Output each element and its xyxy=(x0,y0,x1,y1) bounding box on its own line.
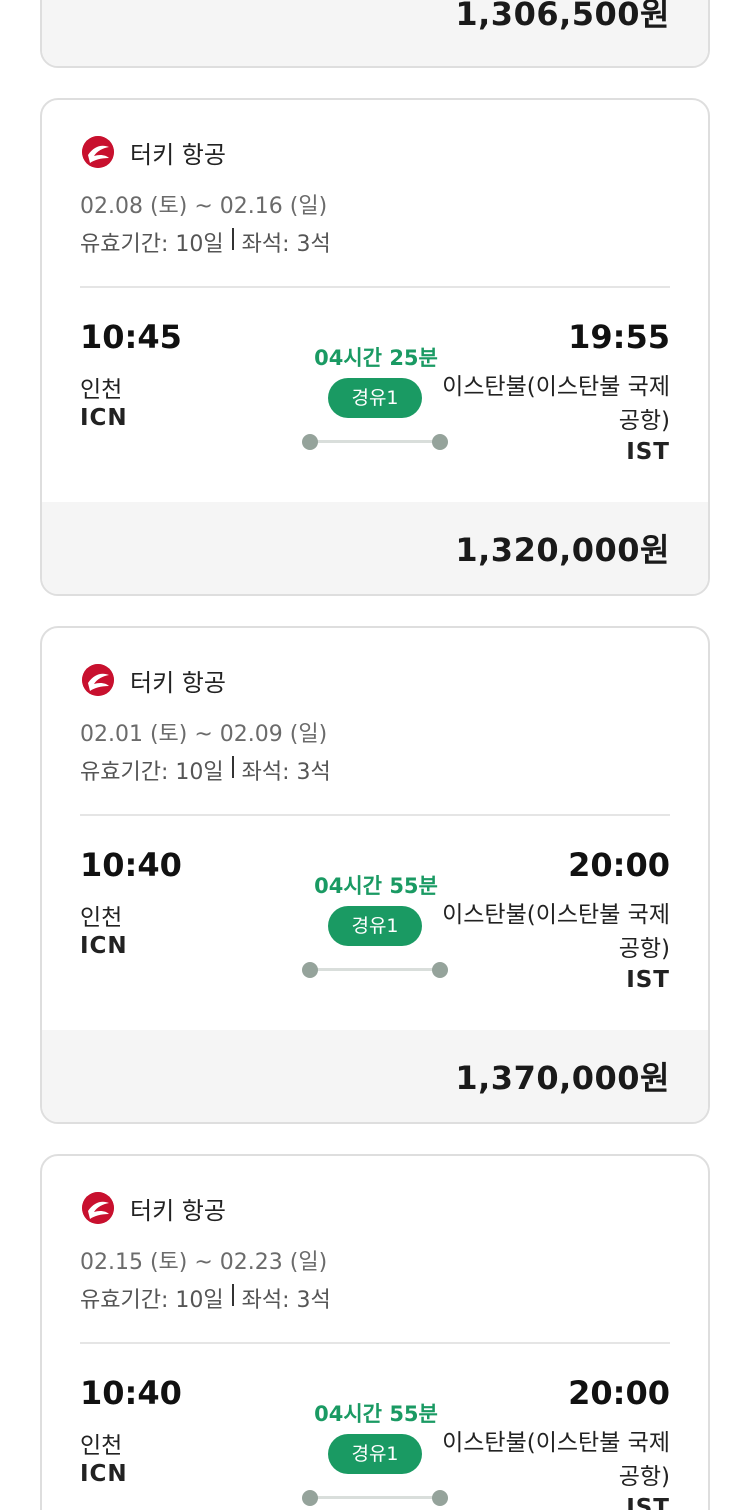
price: 1,370,000원 xyxy=(455,1059,670,1097)
departure-time: 10:40 xyxy=(80,846,182,884)
arrival-time: 20:00 xyxy=(568,846,670,884)
arrival-time: 20:00 xyxy=(568,1374,670,1412)
turkish-airlines-logo-icon xyxy=(82,1192,114,1224)
route-line xyxy=(310,968,440,971)
flight-card[interactable]: 터키 항공 02.15 (토) ~ 02.23 (일) 유효기간: 10일 좌석… xyxy=(40,1154,710,1510)
arrival-city: 이스탄불(이스탄불 국제공항) xyxy=(442,1430,670,1490)
flight-duration: 04시간 55분 xyxy=(314,1402,438,1426)
divider xyxy=(80,1342,670,1344)
departure-code: ICN xyxy=(80,933,128,959)
route-start-dot xyxy=(302,434,318,450)
route-line xyxy=(310,440,440,443)
arrival-code: IST xyxy=(626,439,670,465)
ticket-meta: 유효기간: 10일 좌석: 3석 xyxy=(80,226,331,258)
departure-code: ICN xyxy=(80,405,128,431)
departure-time: 10:45 xyxy=(80,318,182,356)
price: 1,320,000원 xyxy=(455,531,670,569)
divider xyxy=(80,286,670,288)
airline-name: 터키 항공 xyxy=(130,140,226,169)
stops-badge: 경유1 xyxy=(328,378,422,418)
flight-duration: 04시간 25분 xyxy=(314,346,438,370)
departure-city: 인천 xyxy=(80,905,123,931)
stops-badge: 경유1 xyxy=(328,906,422,946)
airline-row: 터키 항공 xyxy=(82,1192,226,1225)
airline-row: 터키 항공 xyxy=(82,664,226,697)
flight-card[interactable]: 터키 항공 02.08 (토) ~ 02.16 (일) 유효기간: 10일 좌석… xyxy=(40,98,710,596)
travel-dates: 02.15 (토) ~ 02.23 (일) xyxy=(80,1250,328,1275)
flight-card[interactable]: 터키 항공 02.01 (토) ~ 02.09 (일) 유효기간: 10일 좌석… xyxy=(40,626,710,1124)
meta-separator xyxy=(231,756,234,778)
price-band: 1,370,000원 xyxy=(42,1030,708,1122)
airline-name: 터키 항공 xyxy=(130,1196,226,1225)
travel-dates: 02.01 (토) ~ 02.09 (일) xyxy=(80,722,328,747)
arrival-code: IST xyxy=(626,1495,670,1510)
ticket-meta: 유효기간: 10일 좌석: 3석 xyxy=(80,754,331,786)
route-start-dot xyxy=(302,1490,318,1506)
seats: 좌석: 3석 xyxy=(241,232,331,257)
departure-city: 인천 xyxy=(80,1433,123,1459)
travel-dates: 02.08 (토) ~ 02.16 (일) xyxy=(80,194,328,219)
meta-separator xyxy=(231,228,234,250)
departure-code: ICN xyxy=(80,1461,128,1487)
price: 1,306,500원 xyxy=(455,0,670,33)
seats: 좌석: 3석 xyxy=(241,1288,331,1313)
turkish-airlines-logo-icon xyxy=(82,664,114,696)
airline-row: 터키 항공 xyxy=(82,136,226,169)
validity: 유효기간: 10일 xyxy=(80,760,224,785)
departure-city: 인천 xyxy=(80,377,123,403)
arrival-city: 이스탄불(이스탄불 국제공항) xyxy=(442,374,670,434)
validity: 유효기간: 10일 xyxy=(80,232,224,257)
price-band: 1,320,000원 xyxy=(42,502,708,594)
divider xyxy=(80,814,670,816)
arrival-city: 이스탄불(이스탄불 국제공항) xyxy=(442,902,670,962)
arrival-code: IST xyxy=(626,967,670,993)
meta-separator xyxy=(231,1284,234,1306)
departure-time: 10:40 xyxy=(80,1374,182,1412)
arrival-time: 19:55 xyxy=(568,318,670,356)
ticket-meta: 유효기간: 10일 좌석: 3석 xyxy=(80,1282,331,1314)
turkish-airlines-logo-icon xyxy=(82,136,114,168)
route-line xyxy=(310,1496,440,1499)
stops-badge: 경유1 xyxy=(328,1434,422,1474)
flight-card-partial[interactable]: 1,306,500원 xyxy=(40,0,710,68)
flight-results-page: 1,306,500원 터키 항공 02.08 (토) ~ 02.16 (일) 유… xyxy=(0,0,750,1510)
price-band: 1,306,500원 xyxy=(42,0,708,66)
seats: 좌석: 3석 xyxy=(241,760,331,785)
route-start-dot xyxy=(302,962,318,978)
validity: 유효기간: 10일 xyxy=(80,1288,224,1313)
airline-name: 터키 항공 xyxy=(130,668,226,697)
flight-duration: 04시간 55분 xyxy=(314,874,438,898)
